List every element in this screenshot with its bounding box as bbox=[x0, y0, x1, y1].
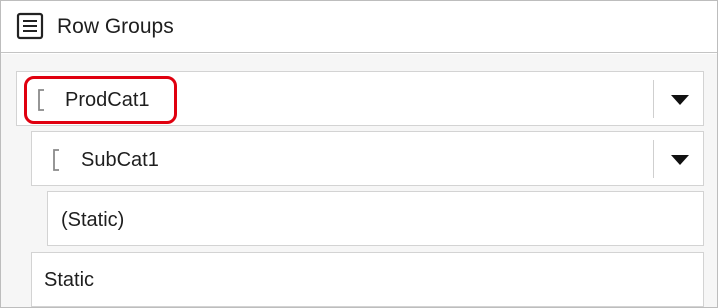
group-bracket-icon bbox=[53, 149, 59, 171]
group-row-static-nested[interactable]: (Static) bbox=[47, 191, 704, 246]
group-label: ProdCat1 bbox=[65, 89, 150, 111]
group-bracket-icon bbox=[38, 89, 44, 111]
panel-title: Row Groups bbox=[57, 15, 174, 38]
list-icon bbox=[16, 12, 44, 40]
group-row-subcat1[interactable]: SubCat1 bbox=[31, 131, 704, 186]
group-label: SubCat1 bbox=[81, 149, 159, 171]
chevron-down-icon[interactable] bbox=[671, 95, 689, 105]
row-groups-panel: Row Groups ProdCat1 SubCat1 (Static) Sta… bbox=[0, 0, 718, 308]
dropdown-divider bbox=[653, 80, 654, 118]
group-label: Static bbox=[44, 269, 95, 291]
group-label: (Static) bbox=[61, 209, 125, 231]
row-groups-header: Row Groups bbox=[1, 1, 717, 53]
group-row-static[interactable]: Static bbox=[31, 252, 704, 307]
dropdown-divider bbox=[653, 140, 654, 178]
group-row-prodcat1[interactable]: ProdCat1 bbox=[16, 71, 704, 126]
chevron-down-icon[interactable] bbox=[671, 155, 689, 165]
